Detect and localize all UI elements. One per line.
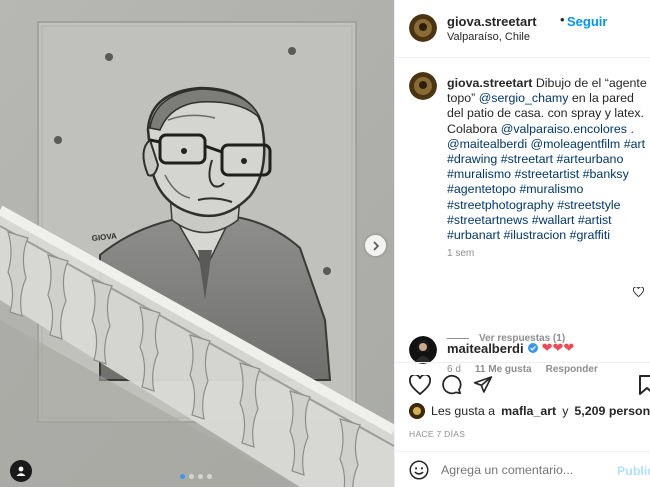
hashtag-links[interactable]: #art #drawing #streetart #arteurbano #mu… (447, 137, 645, 242)
carousel-dot (189, 474, 194, 479)
mention-link[interactable]: @valparaiso.encolores (501, 122, 627, 136)
liker-username[interactable]: mafla_art (501, 404, 556, 418)
user-tag-button[interactable] (10, 460, 32, 482)
emoji-icon[interactable] (409, 460, 429, 480)
post-image[interactable]: GIOVA (0, 0, 394, 487)
carousel-dot (180, 474, 185, 479)
post-timestamp[interactable]: HACE 7 DÍAS (409, 429, 465, 439)
add-comment-bar: Publicar (395, 451, 650, 487)
mention-link[interactable]: @moleagentfilm (531, 137, 621, 151)
bookmark-icon[interactable] (639, 375, 650, 395)
view-replies-label: Ver respuestas (1) (479, 333, 566, 344)
caption-username[interactable]: giova.streetart (447, 76, 532, 90)
follow-button[interactable]: Seguir (567, 14, 607, 29)
verified-icon (527, 343, 538, 353)
publish-button[interactable]: Publicar (617, 464, 650, 478)
carousel-indicator (180, 474, 212, 479)
comment-like-icon[interactable] (633, 287, 644, 297)
post-actions: Les gusta a mafla_art y 5,209 personas m… (395, 362, 650, 457)
post-sidebar: giova.streetart • Seguir Valparaíso, Chi… (394, 0, 650, 487)
commenter-avatar[interactable] (409, 336, 437, 364)
instagram-post: GIOVA giova.streetart • Seguir Valparaís… (0, 0, 650, 487)
post-header: giova.streetart • Seguir Valparaíso, Chi… (395, 0, 650, 58)
next-image-button[interactable] (365, 235, 386, 256)
liker-avatar[interactable] (409, 403, 425, 419)
mention-link[interactable]: @maitealberdi (447, 137, 527, 151)
separator-dot: • (560, 12, 565, 27)
view-replies-button[interactable]: Ver respuestas (1) (447, 333, 565, 344)
likes-summary: Les gusta a mafla_art y 5,209 personas m… (409, 403, 650, 419)
comments-section: giova.streetart Dibujo de el “agente top… (395, 58, 650, 375)
comment-icon[interactable] (441, 374, 462, 395)
likes-prefix: Les gusta a (431, 404, 496, 418)
author-avatar[interactable] (409, 14, 437, 42)
caption-author-avatar[interactable] (409, 72, 437, 100)
likes-count[interactable]: 5,209 personas más (574, 404, 650, 418)
likes-middle: y (562, 404, 569, 418)
post-caption: giova.streetart Dibujo de el “agente top… (447, 76, 647, 243)
replies-divider (447, 338, 469, 339)
caption-text: . (630, 121, 634, 136)
post-location[interactable]: Valparaíso, Chile (447, 31, 530, 43)
caption-time: 1 sem (447, 248, 475, 259)
user-tag-icon (16, 466, 26, 476)
share-icon[interactable] (473, 375, 493, 394)
mural-photo: GIOVA (0, 0, 394, 487)
carousel-dot (207, 474, 212, 479)
author-username[interactable]: giova.streetart (447, 14, 537, 29)
chevron-right-icon (372, 240, 379, 251)
comment-input[interactable] (441, 463, 601, 477)
mention-link[interactable]: @sergio_chamy (479, 91, 569, 105)
heart-icon[interactable] (409, 375, 431, 395)
carousel-dot (198, 474, 203, 479)
